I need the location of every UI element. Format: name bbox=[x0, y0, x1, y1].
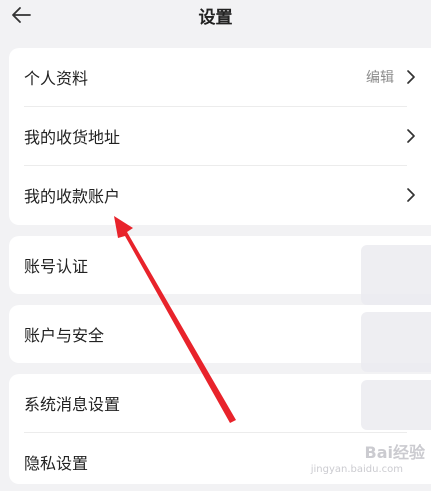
settings-group-profile: 个人资料 编辑 我的收货地址 我的收款账户 bbox=[9, 48, 431, 225]
chevron-right-icon bbox=[407, 70, 415, 84]
settings-item-label: 我的收货地址 bbox=[24, 128, 121, 147]
watermark-url: jingyan.baidu.com bbox=[310, 464, 403, 475]
settings-item-profile[interactable]: 个人资料 编辑 bbox=[9, 48, 431, 106]
obscured-region bbox=[361, 312, 431, 372]
chevron-right-icon bbox=[407, 129, 415, 143]
page-title: 设置 bbox=[198, 8, 233, 28]
obscured-region bbox=[361, 380, 431, 430]
settings-item-label: 个人资料 bbox=[24, 69, 89, 88]
settings-item-label: 隐私设置 bbox=[24, 454, 89, 473]
watermark-logo: Bai经验 bbox=[364, 443, 425, 462]
top-bar: 设置 bbox=[0, 0, 431, 36]
settings-item-label: 我的收款账户 bbox=[24, 187, 121, 206]
settings-item-label: 账户与安全 bbox=[24, 326, 105, 345]
settings-item-label: 账号认证 bbox=[24, 257, 89, 276]
settings-item-label: 系统消息设置 bbox=[24, 395, 121, 414]
chevron-right-icon bbox=[407, 188, 415, 202]
obscured-region bbox=[361, 245, 431, 305]
settings-item-shipping-address[interactable]: 我的收货地址 bbox=[9, 107, 431, 165]
settings-item-payment-account[interactable]: 我的收款账户 bbox=[9, 166, 431, 224]
settings-item-value: 编辑 bbox=[366, 70, 394, 86]
